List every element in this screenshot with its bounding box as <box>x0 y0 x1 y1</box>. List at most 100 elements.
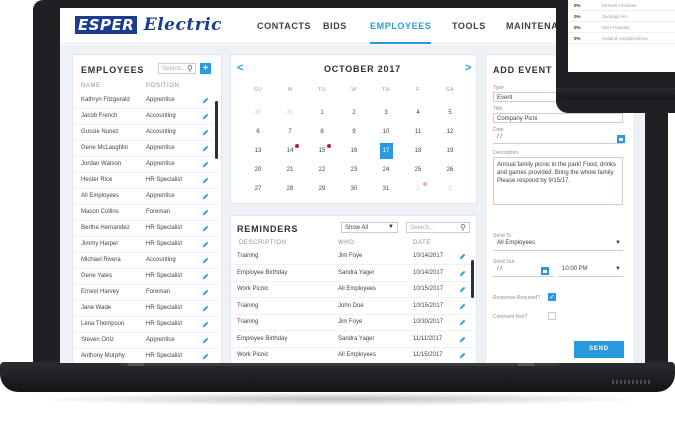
employee-row[interactable]: Gussie Nunez Accounting <box>73 125 223 141</box>
employee-row[interactable]: Anthony Murphy HR Specialist <box>73 349 223 363</box>
edit-pencil-icon[interactable] <box>459 319 466 326</box>
calendar-next-button[interactable]: > <box>465 62 471 74</box>
employee-row[interactable]: Jimmy Harper HR Specialist <box>73 237 223 253</box>
edit-pencil-icon[interactable] <box>202 113 209 120</box>
calendar-day[interactable]: 28 <box>275 183 305 195</box>
response-required-checkbox[interactable]: ✓ <box>548 293 556 301</box>
reminders-filter-select[interactable]: Show All ▼ <box>341 222 398 233</box>
calendar-day[interactable]: 25 <box>403 164 433 176</box>
edit-pencil-icon[interactable] <box>459 286 466 293</box>
calendar-day[interactable]: 31 <box>275 107 305 119</box>
calendar-day[interactable]: 11 <box>403 126 433 138</box>
edit-pencil-icon[interactable] <box>202 321 209 328</box>
edit-pencil-icon[interactable] <box>202 257 209 264</box>
calendar-day[interactable]: 2 <box>339 107 369 119</box>
edit-pencil-icon[interactable] <box>202 241 209 248</box>
reminder-row[interactable]: Employee Birthday Sandra Yager 11/11/2017 <box>231 332 481 348</box>
employee-row[interactable]: Ernest Harvey Foreman <box>73 285 223 301</box>
nav-bids[interactable]: BIDS <box>323 8 347 44</box>
calendar-day[interactable]: 5 <box>435 107 465 119</box>
employee-row[interactable]: Jordan Watson Apprentice <box>73 157 223 173</box>
employee-row[interactable]: Michael Rivera Accounting <box>73 253 223 269</box>
edit-pencil-icon[interactable] <box>202 337 209 344</box>
add-employee-button[interactable]: + <box>200 63 211 74</box>
edit-pencil-icon[interactable] <box>202 305 209 312</box>
employee-list-scrollbar[interactable] <box>215 101 218 159</box>
calendar-day[interactable]: 19 <box>435 145 465 157</box>
comment-box-checkbox[interactable] <box>548 312 556 320</box>
calendar-icon[interactable] <box>617 135 625 143</box>
calendar-day[interactable]: 24 <box>371 164 401 176</box>
calendar-day[interactable]: 15 <box>307 144 337 157</box>
calendar-day[interactable]: 21 <box>275 164 305 176</box>
edit-pencil-icon[interactable] <box>202 177 209 184</box>
calendar-day[interactable]: 30 <box>243 107 273 119</box>
calendar-day[interactable]: 17 <box>371 143 401 159</box>
employee-row[interactable]: Steven Ortiz Apprentice <box>73 333 223 349</box>
edit-pencil-icon[interactable] <box>202 161 209 168</box>
send-button[interactable]: SEND <box>574 341 624 358</box>
edit-pencil-icon[interactable] <box>459 253 466 260</box>
reminder-row[interactable]: Training Jim Foye 10/14/2017 <box>231 249 481 265</box>
calendar-day[interactable]: 31 <box>371 183 401 195</box>
calendar-day[interactable]: 22 <box>307 164 337 176</box>
edit-pencil-icon[interactable] <box>202 225 209 232</box>
calendar-day[interactable]: 10 <box>371 126 401 138</box>
nav-employees[interactable]: EMPLOYEES <box>370 8 432 44</box>
reminders-scrollbar[interactable] <box>471 260 474 298</box>
calendar-day[interactable]: 3 <box>371 107 401 119</box>
edit-pencil-icon[interactable] <box>459 303 466 310</box>
calendar-day[interactable]: 12 <box>435 126 465 138</box>
send-to-select[interactable]: All Employees ▼ <box>493 240 623 251</box>
calendar-day[interactable]: 8 <box>307 126 337 138</box>
send-out-time-select[interactable]: 10:00 PM ▼ <box>558 266 623 277</box>
employee-row[interactable]: Gene Yates HR Specialist <box>73 269 223 285</box>
employee-row[interactable]: All Employees Apprentice <box>73 189 223 205</box>
calendar-day[interactable]: 20 <box>243 164 273 176</box>
calendar-day[interactable]: 29 <box>307 183 337 195</box>
calendar-day[interactable]: 7 <box>275 126 305 138</box>
edit-pencil-icon[interactable] <box>459 270 466 277</box>
edit-pencil-icon[interactable] <box>202 353 209 360</box>
calendar-day[interactable]: 1 <box>307 107 337 119</box>
employee-row[interactable]: Hester Rice HR Specialist <box>73 173 223 189</box>
employee-row[interactable]: Jacob French Accounting <box>73 109 223 125</box>
reminder-row[interactable]: Training John Doe 10/15/2017 <box>231 299 481 315</box>
employee-row[interactable]: Kathryn Fitzgerald Apprentice <box>73 93 223 109</box>
date-input[interactable]: / / <box>493 134 623 144</box>
calendar-day[interactable]: 27 <box>243 183 273 195</box>
calendar-day[interactable]: 9 <box>339 126 369 138</box>
calendar-icon[interactable] <box>541 267 549 275</box>
calendar-prev-button[interactable]: < <box>237 62 243 74</box>
employee-row[interactable]: Mason Collins Foreman <box>73 205 223 221</box>
edit-pencil-icon[interactable] <box>202 209 209 216</box>
nav-tools[interactable]: TOOLS <box>452 8 486 44</box>
edit-pencil-icon[interactable] <box>202 145 209 152</box>
calendar-day[interactable]: 4 <box>403 107 433 119</box>
employee-row[interactable]: Jane Wade HR Specialist <box>73 301 223 317</box>
edit-pencil-icon[interactable] <box>202 129 209 136</box>
calendar-day[interactable]: 23 <box>339 164 369 176</box>
company-logo[interactable]: ESPER Electric <box>75 15 222 35</box>
edit-pencil-icon[interactable] <box>202 289 209 296</box>
title-input[interactable]: Company Picni <box>493 113 623 123</box>
reminder-row[interactable]: Work Picnic All Employees 11/15/2017 <box>231 348 481 363</box>
calendar-day[interactable]: 26 <box>435 164 465 176</box>
calendar-day[interactable]: 14 <box>275 144 305 157</box>
reminder-row[interactable]: Employee Birthday Sandra Yager 10/14/2017 <box>231 266 481 282</box>
calendar-day[interactable]: 30 <box>339 183 369 195</box>
edit-pencil-icon[interactable] <box>202 193 209 200</box>
calendar-day[interactable]: 6 <box>243 126 273 138</box>
calendar-day[interactable]: 16 <box>339 145 369 157</box>
calendar-day[interactable]: 2 <box>435 183 465 195</box>
calendar-day[interactable]: 13 <box>243 145 273 157</box>
edit-pencil-icon[interactable] <box>202 273 209 280</box>
reminder-row[interactable]: Work Picnic All Employees 10/15/2017 <box>231 282 481 298</box>
employee-row[interactable]: Lena Thompson HR Specialist <box>73 317 223 333</box>
employee-row[interactable]: Gene McLaughlin Apprentice <box>73 141 223 157</box>
reminder-row[interactable]: Training Jim Foye 10/30/2017 <box>231 315 481 331</box>
calendar-day[interactable]: 1 <box>403 182 433 195</box>
edit-pencil-icon[interactable] <box>459 352 466 359</box>
calendar-day[interactable]: 18 <box>403 145 433 157</box>
description-textarea[interactable]: Annual family picnic in the park! Food, … <box>493 157 623 205</box>
